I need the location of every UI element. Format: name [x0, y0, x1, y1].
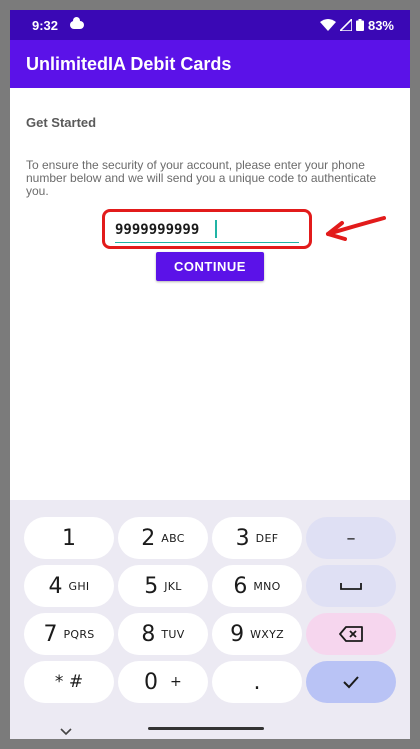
app-bar: UnlimitedIA Debit Cards [10, 40, 410, 88]
key-space[interactable] [306, 565, 396, 607]
key-0[interactable]: 0 + [118, 661, 208, 703]
key-dash[interactable]: – [306, 517, 396, 559]
backspace-icon [339, 626, 363, 642]
space-icon [340, 583, 362, 590]
key-2[interactable]: 2 ABC [118, 517, 208, 559]
battery-level: 83% [367, 17, 394, 33]
done-key[interactable] [306, 661, 396, 703]
chevron-down-icon[interactable] [60, 728, 72, 736]
continue-button[interactable]: CONTINUE [156, 252, 264, 281]
key-6[interactable]: 6 MNO [212, 565, 302, 607]
backspace-key[interactable] [306, 613, 396, 655]
content: Get Started To ensure the security of yo… [10, 115, 410, 198]
description-text: To ensure the security of your account, … [26, 158, 377, 198]
battery-icon [355, 19, 364, 31]
signal-icon [339, 19, 352, 31]
phone-number-input[interactable] [115, 217, 299, 243]
numeric-keyboard: 1 2 ABC 3 DEF – 4 GHI 5 JKL 6 MNO 7 PQRS 8 TUV … [10, 500, 410, 739]
key-dot[interactable]: . [212, 661, 302, 703]
phone-screen: 9:32 83% UnlimitedIA Debit Cards Get Sta… [10, 10, 410, 739]
key-3[interactable]: 3 DEF [212, 517, 302, 559]
key-star-hash[interactable]: * # [24, 661, 114, 703]
key-5[interactable]: 5 JKL [118, 565, 208, 607]
wifi-icon [319, 19, 336, 31]
arrow-pointer-icon [326, 216, 386, 241]
checkmark-icon [343, 676, 359, 689]
status-time: 9:32 [32, 17, 59, 33]
key-7[interactable]: 7 PQRS [24, 613, 114, 655]
page-title: Get Started [26, 115, 97, 130]
key-8[interactable]: 8 TUV [118, 613, 208, 655]
text-cursor [215, 220, 217, 238]
navigation-handle[interactable] [148, 727, 264, 730]
cloud-icon [70, 17, 85, 29]
phone-input-highlight [102, 209, 312, 249]
key-4[interactable]: 4 GHI [24, 565, 114, 607]
status-bar: 9:32 83% [10, 10, 410, 40]
app-title: UnlimitedIA Debit Cards [26, 53, 232, 74]
key-1[interactable]: 1 [24, 517, 114, 559]
key-9[interactable]: 9 WXYZ [212, 613, 302, 655]
